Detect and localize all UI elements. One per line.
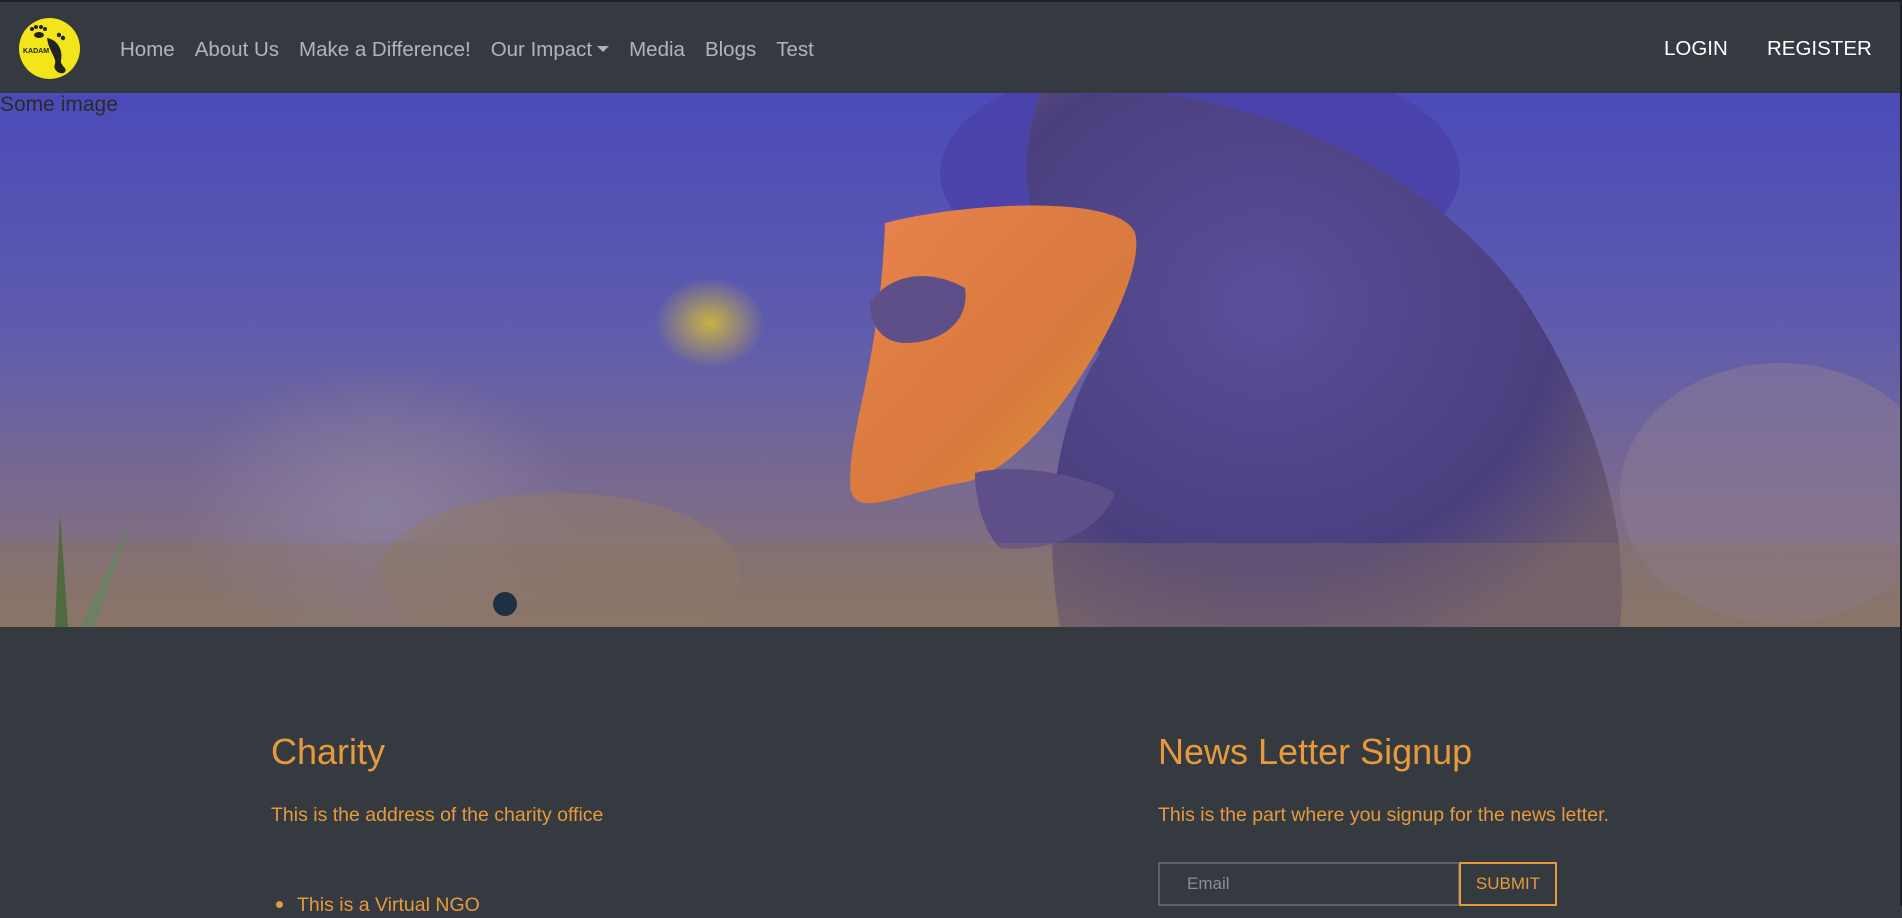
charity-list-item-text: This is a Virtual NGO — [297, 894, 480, 916]
submit-button[interactable]: SUBMIT — [1459, 862, 1557, 906]
hero-banner-image: Some image — [0, 93, 1902, 627]
image-alt-text: Some image — [0, 93, 118, 116]
nav-media[interactable]: Media — [629, 36, 685, 64]
nav-about-us[interactable]: About Us — [195, 36, 279, 64]
footer: Charity This is the address of the chari… — [0, 627, 1902, 916]
auth-login-wrap: LOGIN — [1664, 35, 1728, 63]
newsletter-title: News Letter Signup — [1158, 731, 1473, 772]
nav-make-a-difference[interactable]: Make a Difference! — [299, 36, 471, 64]
bullet-icon — [276, 901, 283, 908]
nav-blogs[interactable]: Blogs — [705, 36, 756, 64]
brand-logo[interactable]: KADAM — [19, 18, 80, 79]
charity-address: This is the address of the charity offic… — [271, 804, 604, 826]
email-field[interactable]: Email — [1158, 862, 1460, 906]
newsletter-description: This is the part where you signup for th… — [1158, 804, 1609, 826]
hero-photo — [0, 93, 1902, 627]
chevron-down-icon — [597, 46, 610, 52]
nav-our-impact-dropdown[interactable]: Our Impact — [490, 36, 610, 64]
logo-wordmark: KADAM — [23, 48, 50, 55]
top-navbar: KADAM Home About Us Make a Difference! O… — [0, 0, 1902, 93]
login-link[interactable]: LOGIN — [1664, 35, 1728, 63]
charity-title: Charity — [271, 731, 386, 772]
register-link[interactable]: REGISTER — [1767, 35, 1872, 63]
nav-our-impact-label: Our Impact — [490, 38, 593, 61]
nav-home[interactable]: Home — [120, 36, 175, 64]
auth-register-wrap: REGISTER — [1767, 35, 1872, 63]
nav-test[interactable]: Test — [776, 36, 814, 64]
charity-list-item: This is a Virtual NGO — [276, 892, 480, 918]
main-nav: Home About Us Make a Difference! Our Imp… — [120, 36, 834, 64]
